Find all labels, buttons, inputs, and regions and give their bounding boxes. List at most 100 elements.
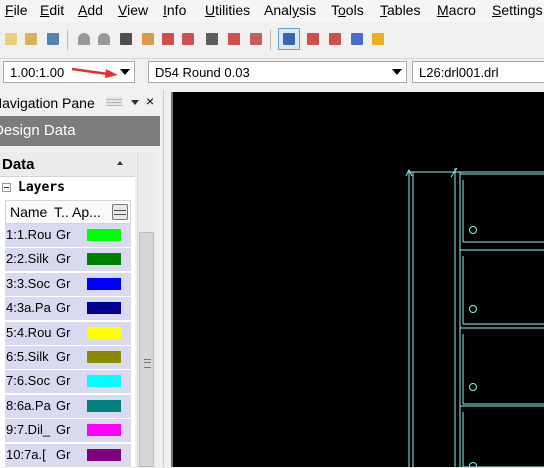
column-name[interactable]: Name: [10, 204, 47, 220]
layer-name: 5:4.Rou: [6, 324, 52, 340]
menu-text: acro: [448, 2, 476, 18]
data-label: Data: [2, 156, 35, 173]
menu-mnemonic: y: [292, 2, 300, 18]
drill-hole: [469, 305, 477, 313]
highlight-icon[interactable]: [370, 31, 386, 47]
column-type[interactable]: T..: [54, 204, 69, 220]
pane-menu-icon[interactable]: [131, 100, 139, 105]
menu-text: dd: [87, 2, 103, 18]
layer-colors-icon[interactable]: [349, 31, 365, 47]
drawing-canvas[interactable]: [171, 92, 544, 467]
collapse-icon[interactable]: [2, 183, 11, 192]
grid-icon[interactable]: [305, 31, 321, 47]
grid2-icon[interactable]: [327, 31, 343, 47]
sort-icon[interactable]: [117, 161, 123, 165]
menu-item-tools[interactable]: Tools: [331, 2, 364, 18]
menu-item-file[interactable]: File: [5, 2, 28, 18]
menu-mnemonic: S: [492, 2, 502, 18]
layer-row[interactable]: 8:6a.Pa Gr: [5, 394, 131, 419]
layer-row[interactable]: 2:2.Silk Gr: [5, 248, 131, 273]
column-appearance[interactable]: Ap...: [72, 204, 101, 220]
layer-color-swatch[interactable]: [87, 302, 121, 315]
layer-row[interactable]: 5:4.Rou Gr: [5, 321, 131, 346]
open-icon[interactable]: [23, 31, 39, 47]
menu-mnemonic: U: [205, 2, 216, 18]
layer-combo[interactable]: L26:drl001.drl: [412, 61, 544, 83]
layer-row[interactable]: 6:5.Silk Gr: [5, 346, 131, 370]
layer-color-swatch[interactable]: [87, 448, 121, 461]
layer-name: 4:3a.Pa: [6, 300, 51, 316]
layers-label: Layers: [18, 180, 65, 195]
nav-pane-header: Navigation Pane ×: [0, 90, 163, 114]
layer-row[interactable]: 1:1.Rou Gr: [5, 224, 131, 248]
menu-text: nfo: [166, 2, 187, 18]
drc-icon[interactable]: [226, 31, 242, 47]
layer-type: Gr: [56, 324, 71, 340]
navigation-pane: Navigation Pane × Design Data Data Layer…: [0, 90, 164, 468]
layer-type: Gr: [56, 300, 71, 316]
arc2-icon[interactable]: [96, 31, 112, 47]
menu-item-tables[interactable]: Tables: [380, 2, 420, 18]
board-drawing: [405, 167, 544, 467]
scale-combo[interactable]: 1.00:1.00: [3, 61, 135, 83]
toolbar-separator: [270, 30, 271, 50]
layer-color-swatch[interactable]: [87, 399, 121, 412]
menu-text: ettings: [501, 2, 543, 18]
nav-pane-title: Navigation Pane: [0, 95, 95, 111]
design-data-bar[interactable]: Design Data: [0, 116, 160, 146]
layer-color-swatch[interactable]: [87, 375, 121, 388]
column-chooser-icon[interactable]: [112, 204, 128, 220]
scrollbar-thumb[interactable]: [139, 232, 154, 467]
menu-item-macro[interactable]: Macro: [437, 2, 476, 18]
pin-icon[interactable]: [106, 97, 122, 106]
zoom-out-icon[interactable]: [180, 31, 196, 47]
layer-color-swatch[interactable]: [87, 229, 121, 241]
menu-bar: File Edit Add View Info Utilities Analysis Tool…: [0, 0, 544, 22]
menu-item-view[interactable]: View: [118, 2, 148, 18]
layer-name: 3:3.Soc: [6, 275, 51, 291]
menu-mnemonic: M: [437, 2, 449, 18]
menu-item-settings[interactable]: Settings: [492, 2, 543, 18]
toolbar-separator: [67, 30, 68, 50]
layer-name: 2:2.Silk: [6, 251, 49, 267]
panel-icon[interactable]: [248, 31, 264, 47]
menu-item-edit[interactable]: Edit: [40, 2, 64, 18]
menu-mnemonic: V: [118, 2, 128, 18]
menu-item-add[interactable]: Add: [78, 2, 103, 18]
layers-group[interactable]: Layers: [0, 179, 135, 199]
layer-row[interactable]: 9:7.Dil_ Gr: [5, 419, 131, 444]
layer-row[interactable]: 7:6.Soc Gr: [5, 370, 131, 395]
grip-icon: [144, 359, 151, 368]
new-icon[interactable]: [3, 31, 19, 47]
select-icon[interactable]: [278, 28, 300, 50]
import-icon[interactable]: [140, 31, 156, 47]
layer-color-swatch[interactable]: [87, 424, 121, 437]
arc-icon[interactable]: [76, 31, 92, 47]
zoom-window-icon[interactable]: [204, 31, 220, 47]
save-icon[interactable]: [45, 31, 61, 47]
vertical-scrollbar[interactable]: [137, 152, 155, 467]
dcode-combo[interactable]: D54 Round 0.03: [148, 61, 407, 83]
menu-item-info[interactable]: Info: [163, 2, 186, 18]
layer-color-swatch[interactable]: [87, 277, 121, 290]
close-icon[interactable]: ×: [146, 93, 154, 109]
layer-type: Gr: [56, 397, 71, 413]
drill-hole: [469, 226, 477, 234]
layer-color-swatch[interactable]: [87, 326, 121, 339]
layer-color-swatch[interactable]: [87, 351, 121, 363]
zoom-in-icon[interactable]: [160, 31, 176, 47]
data-header[interactable]: Data: [0, 152, 135, 177]
layer-row[interactable]: 10:7a.[Gr: [5, 443, 131, 468]
menu-item-analysis[interactable]: Analysis: [264, 2, 316, 18]
drill-hole: [469, 462, 477, 467]
layer-color-swatch[interactable]: [87, 253, 121, 266]
chevron-down-icon: [392, 69, 402, 75]
zoom-extents-icon[interactable]: [118, 31, 134, 47]
menu-item-utilities[interactable]: Utilities: [205, 2, 250, 18]
layer-type: Gr: [56, 251, 71, 267]
layer-type: Gr: [56, 373, 71, 389]
menu-text: Anal: [264, 2, 293, 18]
menu-text: ables: [387, 2, 421, 18]
layer-row[interactable]: 4:3a.Pa Gr: [5, 297, 131, 322]
layer-row[interactable]: 3:3.Soc Gr: [5, 272, 131, 297]
